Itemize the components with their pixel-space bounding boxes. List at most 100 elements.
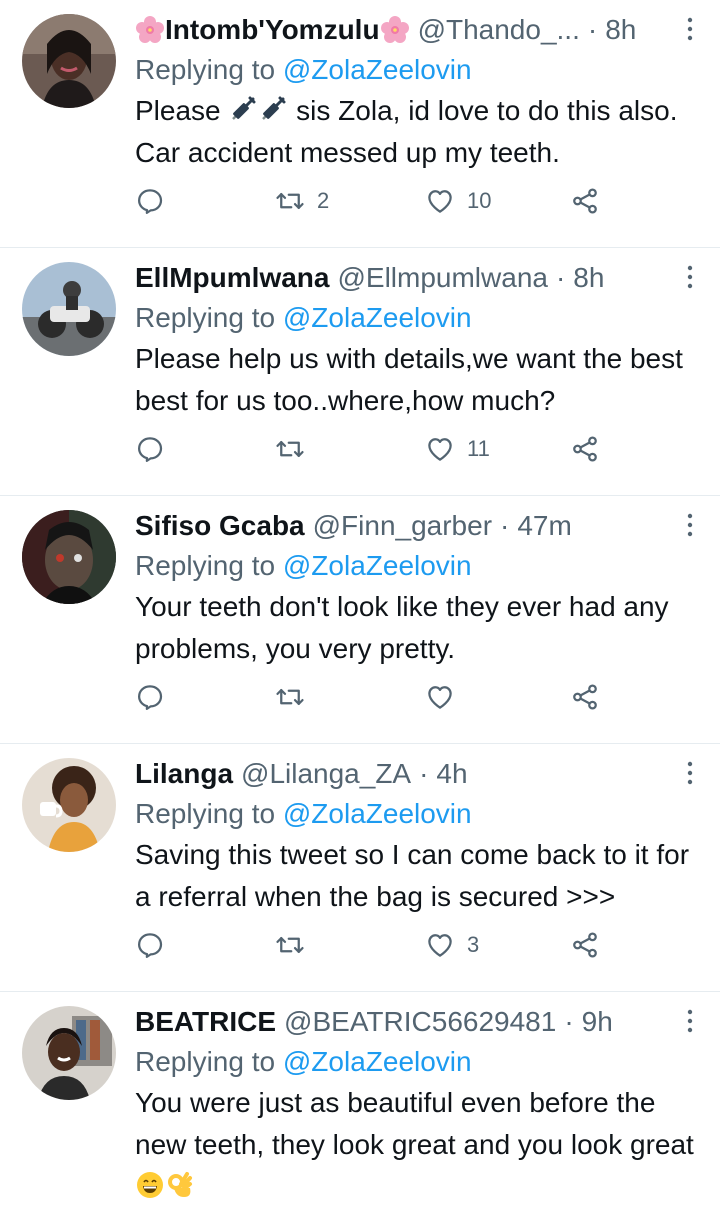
- mention-link[interactable]: @ZolaZeelovin: [283, 798, 472, 829]
- share-icon: [570, 682, 600, 712]
- tweet[interactable]: Lilanga @Lilanga_ZA · 4h Replying to @Zo…: [0, 744, 720, 992]
- replying-label: Replying to: [135, 550, 276, 581]
- reply-icon: [135, 682, 165, 712]
- tweet[interactable]: Intomb'Yomzulu @Thando_... · 8h Replying…: [0, 0, 720, 248]
- tweet-text: Saving this tweet so I can come back to …: [135, 839, 690, 912]
- retweet-icon: [275, 682, 305, 712]
- like-button[interactable]: 11: [425, 431, 490, 467]
- avatar[interactable]: [22, 510, 116, 604]
- reply-icon: [135, 186, 165, 216]
- reply-button[interactable]: [135, 927, 165, 963]
- display-name[interactable]: Lilanga: [135, 756, 233, 792]
- share-icon: [570, 434, 600, 464]
- share-button[interactable]: [570, 431, 600, 467]
- mention-link[interactable]: @ZolaZeelovin: [283, 54, 472, 85]
- action-bar: 2 10: [135, 183, 605, 219]
- tweet-text: You were just as beautiful even before t…: [135, 1082, 700, 1208]
- avatar[interactable]: [22, 262, 116, 356]
- share-icon: [570, 186, 600, 216]
- cherry-blossom-emoji-icon: [135, 15, 165, 45]
- tweet-text: Please sis Zola, id love to do this also…: [135, 90, 700, 174]
- user-handle[interactable]: @Finn_garber: [313, 508, 492, 544]
- mention-link[interactable]: @ZolaZeelovin: [283, 302, 472, 333]
- syringe-emoji-icon: [228, 94, 258, 124]
- retweet-button[interactable]: [275, 431, 305, 467]
- retweet-icon: [275, 930, 305, 960]
- mention-link[interactable]: @ZolaZeelovin: [283, 550, 472, 581]
- replying-to: Replying to @ZolaZeelovin: [135, 794, 700, 834]
- retweet-button[interactable]: [275, 679, 305, 715]
- separator-dot: ·: [564, 1006, 574, 1037]
- reply-feed: Intomb'Yomzulu @Thando_... · 8h Replying…: [0, 0, 720, 1224]
- reply-button[interactable]: [135, 183, 165, 219]
- grinning-face-emoji-icon: [135, 1170, 165, 1200]
- like-count: 10: [467, 188, 492, 213]
- heart-icon: [425, 434, 455, 464]
- tweet[interactable]: BEATRICE @BEATRIC56629481 · 9h Replying …: [0, 992, 720, 1224]
- separator-dot: ·: [555, 262, 566, 293]
- timestamp[interactable]: 8h: [573, 260, 604, 296]
- ok-hand-emoji-icon: [165, 1170, 195, 1200]
- timestamp[interactable]: 9h: [582, 1004, 613, 1040]
- tweet-header: Lilanga @Lilanga_ZA · 4h: [135, 756, 700, 792]
- tweet-header: BEATRICE @BEATRIC56629481 · 9h: [135, 1004, 700, 1040]
- syringe-emoji-icon: [258, 94, 288, 124]
- action-bar: 3: [135, 927, 605, 963]
- tweet[interactable]: EllMpumlwana @Ellmpumlwana · 8h Replying…: [0, 248, 720, 496]
- replying-to: Replying to @ZolaZeelovin: [135, 1042, 700, 1082]
- user-handle[interactable]: @Lilanga_ZA: [241, 756, 411, 792]
- share-icon: [570, 930, 600, 960]
- display-name[interactable]: BEATRICE: [135, 1004, 276, 1040]
- heart-icon: [425, 682, 455, 712]
- like-count: 11: [467, 436, 490, 461]
- reply-button[interactable]: [135, 679, 165, 715]
- replying-label: Replying to: [135, 798, 276, 829]
- share-button[interactable]: [570, 927, 600, 963]
- display-name[interactable]: Sifiso Gcaba: [135, 508, 305, 544]
- display-name[interactable]: Intomb'Yomzulu: [165, 12, 380, 48]
- reply-icon: [135, 434, 165, 464]
- user-handle[interactable]: @Thando_...: [418, 12, 580, 48]
- replying-to: Replying to @ZolaZeelovin: [135, 298, 700, 338]
- reply-icon: [135, 930, 165, 960]
- reply-button[interactable]: [135, 431, 165, 467]
- display-name[interactable]: EllMpumlwana: [135, 260, 329, 296]
- cherry-blossom-emoji-icon: [380, 15, 410, 45]
- share-button[interactable]: [570, 679, 600, 715]
- tweet-header: EllMpumlwana @Ellmpumlwana · 8h: [135, 260, 700, 296]
- like-button[interactable]: 10: [425, 183, 491, 219]
- mention-link[interactable]: @ZolaZeelovin: [283, 1046, 472, 1077]
- more-icon[interactable]: [686, 760, 694, 786]
- like-button[interactable]: [425, 679, 455, 715]
- more-icon[interactable]: [686, 512, 694, 538]
- replying-label: Replying to: [135, 302, 276, 333]
- separator-dot: ·: [500, 510, 510, 541]
- retweet-count: 2: [317, 188, 330, 213]
- like-count: 3: [467, 932, 480, 957]
- more-icon[interactable]: [686, 16, 694, 42]
- like-button[interactable]: 3: [425, 927, 479, 963]
- action-bar: 11: [135, 431, 605, 467]
- avatar[interactable]: [22, 758, 116, 852]
- retweet-button[interactable]: 2: [275, 183, 329, 219]
- timestamp[interactable]: 47m: [517, 508, 571, 544]
- timestamp[interactable]: 4h: [436, 756, 467, 792]
- tweet-text-start: You were just as beautiful even before t…: [135, 1087, 694, 1160]
- replying-to: Replying to @ZolaZeelovin: [135, 50, 700, 90]
- share-button[interactable]: [570, 183, 600, 219]
- tweet-text: Please help us with details,we want the …: [135, 343, 683, 416]
- more-icon[interactable]: [686, 1008, 694, 1034]
- tweet[interactable]: Sifiso Gcaba @Finn_garber · 47m Replying…: [0, 496, 720, 744]
- user-handle[interactable]: @BEATRIC56629481: [284, 1004, 556, 1040]
- user-handle[interactable]: @Ellmpumlwana: [337, 260, 548, 296]
- replying-label: Replying to: [135, 1046, 276, 1077]
- more-icon[interactable]: [686, 264, 694, 290]
- retweet-button[interactable]: [275, 927, 305, 963]
- avatar[interactable]: [22, 14, 116, 108]
- timestamp[interactable]: 8h: [605, 12, 636, 48]
- retweet-icon: [275, 186, 305, 216]
- action-bar: [135, 679, 605, 715]
- avatar[interactable]: [22, 1006, 116, 1100]
- heart-icon: [425, 930, 455, 960]
- retweet-icon: [275, 434, 305, 464]
